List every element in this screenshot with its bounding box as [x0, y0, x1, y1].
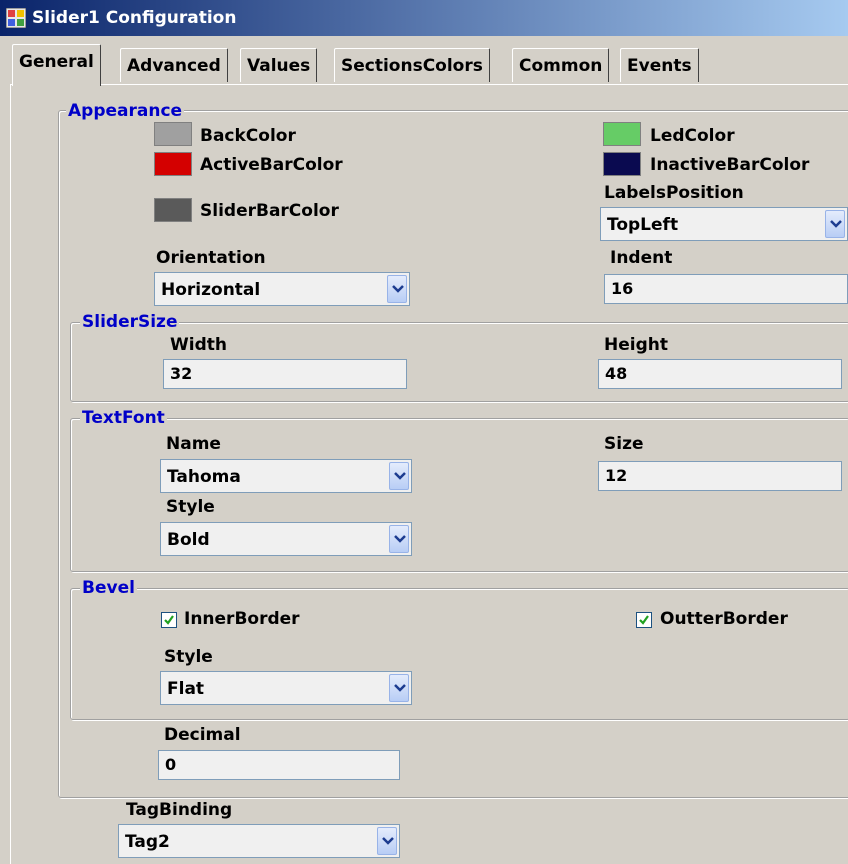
slider-bar-color-swatch[interactable]: [154, 198, 192, 222]
font-size-label: Size: [604, 434, 644, 454]
height-label: Height: [604, 335, 668, 355]
orientation-select[interactable]: Horizontal: [154, 272, 410, 306]
height-input[interactable]: 48: [598, 359, 842, 389]
orientation-label: Orientation: [156, 248, 266, 268]
chevron-down-icon: [394, 535, 406, 543]
app-window-icon: [6, 8, 26, 28]
led-color-label: LedColor: [650, 126, 735, 146]
bevel-style-label: Style: [164, 647, 213, 667]
indent-label: Indent: [610, 248, 673, 268]
font-name-select[interactable]: Tahoma: [160, 459, 412, 493]
font-name-value: Tahoma: [167, 467, 241, 487]
font-name-label: Name: [166, 434, 221, 454]
bevel-style-value: Flat: [167, 679, 205, 699]
inactive-bar-color-swatch[interactable]: [603, 152, 641, 176]
chevron-down-icon: [394, 684, 406, 692]
appearance-group-title: Appearance: [66, 101, 185, 121]
tab-common[interactable]: Common: [512, 48, 610, 82]
tag-binding-label: TagBinding: [126, 800, 233, 820]
back-color-label: BackColor: [200, 126, 296, 146]
slider-bar-color-label: SliderBarColor: [200, 201, 339, 221]
font-size-input[interactable]: 12: [598, 461, 842, 491]
chevron-down-icon: [394, 472, 406, 480]
tab-sectionscolors[interactable]: SectionsColors: [334, 48, 490, 82]
tag-binding-value: Tag2: [125, 832, 170, 852]
active-bar-color-swatch[interactable]: [154, 152, 192, 176]
checkmark-icon: [164, 615, 174, 625]
tag-binding-dropdown-button[interactable]: [377, 827, 397, 855]
outter-border-label: OutterBorder: [660, 609, 788, 629]
labels-position-dropdown-button[interactable]: [825, 210, 845, 238]
window-titlebar: Slider1 Configuration: [0, 0, 848, 36]
width-label: Width: [170, 335, 227, 355]
bevel-style-select[interactable]: Flat: [160, 671, 412, 705]
checkmark-icon: [639, 615, 649, 625]
tab-values[interactable]: Values: [240, 48, 318, 82]
font-style-select[interactable]: Bold: [160, 522, 412, 556]
labels-position-select[interactable]: TopLeft: [600, 207, 848, 241]
bevel-style-dropdown-button[interactable]: [389, 674, 409, 702]
width-input[interactable]: 32: [163, 359, 407, 389]
font-name-dropdown-button[interactable]: [389, 462, 409, 490]
labels-position-value: TopLeft: [607, 215, 679, 235]
tab-general[interactable]: General: [12, 44, 101, 86]
decimal-input[interactable]: 0: [158, 750, 400, 780]
window-title: Slider1 Configuration: [32, 8, 237, 28]
decimal-label: Decimal: [164, 725, 241, 745]
orientation-dropdown-button[interactable]: [387, 275, 407, 303]
active-bar-color-label: ActiveBarColor: [200, 155, 343, 175]
font-style-label: Style: [166, 497, 215, 517]
inactive-bar-color-label: InactiveBarColor: [650, 155, 810, 175]
tab-events[interactable]: Events: [620, 48, 699, 82]
chevron-down-icon: [830, 220, 842, 228]
bevel-group-title: Bevel: [80, 578, 137, 598]
indent-input[interactable]: 16: [604, 274, 848, 304]
text-font-group-title: TextFont: [80, 408, 167, 428]
tab-advanced[interactable]: Advanced: [120, 48, 228, 82]
slider-size-group-title: SliderSize: [80, 312, 180, 332]
inner-border-label: InnerBorder: [184, 609, 300, 629]
orientation-value: Horizontal: [161, 280, 261, 300]
inner-border-checkbox[interactable]: [161, 612, 177, 628]
labels-position-label: LabelsPosition: [604, 183, 744, 203]
tag-binding-select[interactable]: Tag2: [118, 824, 400, 858]
chevron-down-icon: [392, 285, 404, 293]
led-color-swatch[interactable]: [603, 122, 641, 146]
chevron-down-icon: [382, 837, 394, 845]
back-color-swatch[interactable]: [154, 122, 192, 146]
font-style-value: Bold: [167, 530, 210, 550]
font-style-dropdown-button[interactable]: [389, 525, 409, 553]
outter-border-checkbox[interactable]: [636, 612, 652, 628]
